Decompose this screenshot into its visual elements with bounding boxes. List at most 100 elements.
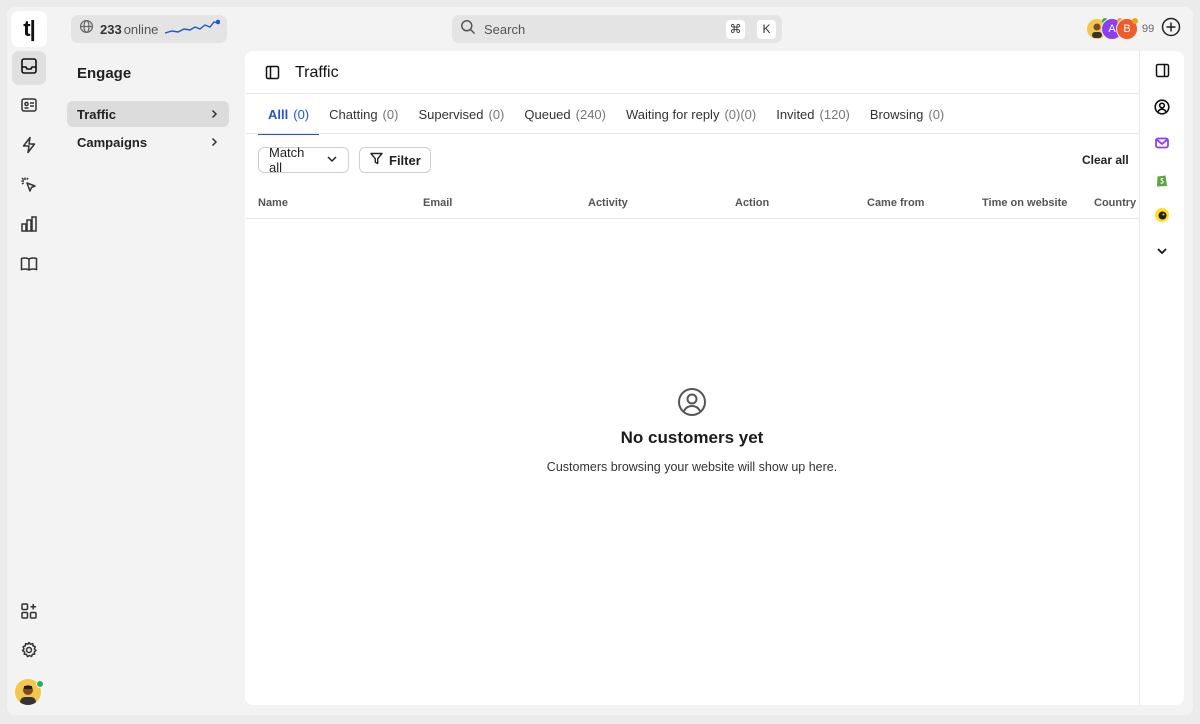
panel-right-icon: [1155, 63, 1170, 83]
tab-supervised[interactable]: Supervised (0): [408, 94, 514, 134]
online-count: 233: [100, 21, 122, 37]
user-circle-icon: [1154, 98, 1170, 120]
add-button[interactable]: [1160, 17, 1182, 42]
tab-count: (240): [575, 106, 606, 122]
bar-chart-icon: [20, 215, 38, 238]
shopify-icon: [1154, 172, 1170, 193]
apps-grid-icon: [20, 602, 38, 625]
search-placeholder: Search: [484, 21, 526, 37]
globe-icon: [79, 19, 94, 39]
tab-label: Supervised: [418, 106, 484, 122]
tab-chatting[interactable]: Chatting (0): [319, 94, 408, 134]
tab-count: (0): [928, 106, 945, 122]
chevron-down-icon: [1156, 244, 1168, 262]
filter-button[interactable]: Filter: [359, 147, 431, 173]
email-app-button[interactable]: [1151, 134, 1173, 156]
mailchimp-app-button[interactable]: [1151, 206, 1173, 228]
tab-label: Waiting for reply: [626, 106, 720, 122]
current-user-status-dot: [36, 680, 44, 688]
nav-item-label: Traffic: [77, 106, 117, 122]
shortcut-cmd-key: ⌘: [726, 19, 745, 39]
tab-label: Queued: [524, 106, 571, 122]
tab-count: (0)(0): [724, 106, 757, 122]
nav-section-title: Engage: [77, 65, 132, 82]
tab-label: Alll: [268, 106, 289, 122]
tab-count: (0): [488, 106, 505, 122]
lightning-icon: [20, 136, 38, 159]
tab-count: (0): [293, 106, 310, 122]
away-status-dot: [1132, 18, 1138, 24]
rail-automations-button[interactable]: [12, 130, 46, 164]
more-apps-button[interactable]: [1151, 242, 1173, 264]
tab-label: Chatting: [329, 106, 378, 122]
tab-count: (120): [819, 106, 850, 122]
app-logo[interactable]: t|: [11, 11, 47, 47]
filter-label: Filter: [389, 152, 421, 168]
gear-icon: [20, 641, 38, 664]
tab-browsing[interactable]: Browsing (0): [860, 94, 954, 134]
user-circle-icon: [677, 387, 707, 422]
cursor-click-icon: [20, 176, 38, 199]
team-avatar-initial: A: [1108, 23, 1116, 35]
inbox-icon: [20, 57, 38, 80]
tab-label: Invited: [776, 106, 815, 122]
column-header-activity[interactable]: Activity: [588, 197, 628, 209]
contact-card-icon: [20, 96, 38, 119]
right-apps-rail: [1139, 51, 1184, 705]
empty-state-subtitle: Customers browsing your website will sho…: [546, 460, 838, 474]
tab-count: (0): [382, 106, 399, 122]
rail-reports-button[interactable]: [12, 209, 46, 243]
panel-header: Traffic: [245, 51, 1139, 94]
traffic-tabs: Alll (0) Chatting (0) Supervised (0) Queued…: [258, 94, 954, 135]
match-all-label: Match all: [269, 145, 305, 175]
online-visitors-pill[interactable]: 233 online: [71, 15, 227, 43]
rail-engage-button[interactable]: [12, 170, 46, 204]
column-header-country[interactable]: Country: [1094, 197, 1136, 209]
tab-all[interactable]: Alll (0): [258, 94, 320, 135]
book-open-icon: [20, 255, 38, 278]
rail-settings-button[interactable]: [12, 635, 46, 669]
tab-queued[interactable]: Queued (240): [514, 94, 616, 134]
filter-icon: [370, 152, 383, 168]
contact-details-button[interactable]: [1151, 98, 1173, 120]
plus-circle-icon: [1161, 17, 1181, 42]
column-header-time-on-website[interactable]: Time on website: [982, 197, 1067, 209]
match-all-dropdown[interactable]: Match all: [258, 145, 349, 175]
search-icon: [460, 19, 476, 40]
empty-state-title: No customers yet: [620, 428, 764, 447]
column-header-name[interactable]: Name: [258, 197, 288, 209]
shortcut-k-key: K: [757, 19, 776, 39]
nav-item-campaigns[interactable]: Campaigns: [67, 129, 229, 155]
team-avatar-3[interactable]: B: [1116, 18, 1138, 40]
rail-knowledge-button[interactable]: [12, 249, 46, 283]
traffic-panel: Traffic Alll (0) Chatting (0) Supervised (0…: [245, 51, 1184, 705]
online-label: online: [123, 21, 159, 37]
tabs-divider: [245, 133, 1139, 134]
nav-item-label: Campaigns: [77, 134, 148, 150]
tab-invited[interactable]: Invited (120): [766, 94, 860, 134]
team-extra-count: 99: [1142, 23, 1155, 35]
mailchimp-icon: [1154, 207, 1170, 228]
empty-state: No customers yet Customers browsing your…: [245, 387, 1139, 474]
mail-app-icon: [1154, 135, 1170, 156]
rail-inbox-button[interactable]: [12, 51, 46, 85]
column-header-action[interactable]: Action: [735, 197, 769, 209]
column-header-came-from[interactable]: Came from: [867, 197, 924, 209]
shopify-app-button[interactable]: [1151, 171, 1173, 193]
column-header-email[interactable]: Email: [423, 197, 452, 209]
sidebar-toggle-icon[interactable]: [265, 65, 280, 85]
nav-item-traffic[interactable]: Traffic: [67, 101, 229, 127]
tab-label: Browsing: [869, 106, 924, 122]
details-panel-toggle[interactable]: [1151, 62, 1173, 84]
tab-waiting-for-reply[interactable]: Waiting for reply (0)(0): [616, 94, 766, 134]
team-avatar-initial: B: [1123, 23, 1131, 35]
team-avatars[interactable]: A B 99: [1086, 17, 1154, 41]
online-sparkline-icon: [164, 18, 221, 41]
rail-contacts-button[interactable]: [12, 90, 46, 124]
rail-apps-button[interactable]: [12, 596, 46, 630]
clear-all-button[interactable]: Clear all: [1082, 153, 1129, 167]
search-input[interactable]: Search ⌘ K: [452, 15, 782, 43]
chevron-right-icon: [209, 107, 219, 122]
page-title: Traffic: [295, 64, 339, 81]
logo-text: t|: [23, 16, 36, 41]
